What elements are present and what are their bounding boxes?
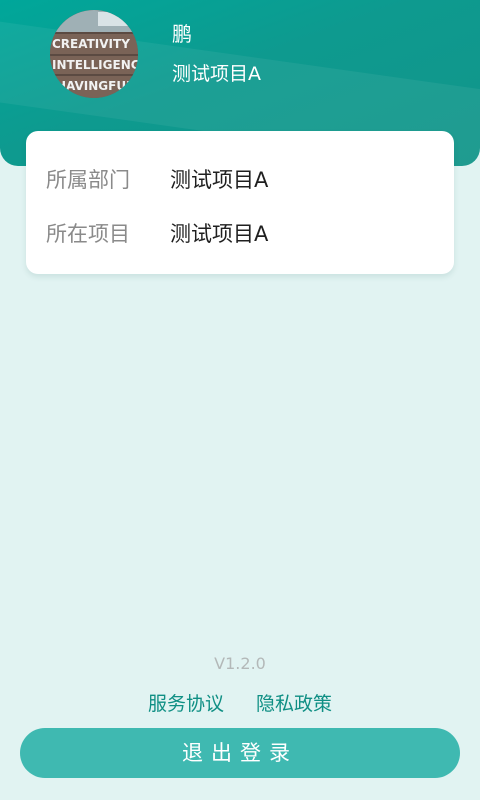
- logout-button[interactable]: 退出登录: [20, 728, 460, 778]
- info-row-department: 所属部门 测试项目A: [46, 165, 268, 195]
- service-agreement-link[interactable]: 服务协议: [148, 693, 224, 715]
- project-label: 所在项目: [46, 222, 130, 246]
- info-card: 所属部门 测试项目A 所在项目 测试项目A: [26, 131, 454, 274]
- user-project: 测试项目A: [172, 63, 261, 85]
- project-value: 测试项目A: [170, 222, 269, 246]
- legal-links: 服务协议 隐私政策: [0, 689, 480, 716]
- avatar-image: CREATIVITY INTELLIGENCE HAVINGFUN: [50, 10, 138, 98]
- avatar[interactable]: CREATIVITY INTELLIGENCE HAVINGFUN: [50, 10, 138, 98]
- department-value: 测试项目A: [170, 168, 269, 192]
- info-row-project: 所在项目 测试项目A: [46, 219, 268, 249]
- avatar-line-1: CREATIVITY: [52, 37, 130, 51]
- user-name: 鹏: [172, 22, 192, 46]
- privacy-policy-link[interactable]: 隐私政策: [256, 693, 332, 715]
- version-text: V1.2.0: [214, 654, 266, 673]
- avatar-line-2: INTELLIGENCE: [52, 58, 138, 72]
- department-label: 所属部门: [46, 168, 130, 192]
